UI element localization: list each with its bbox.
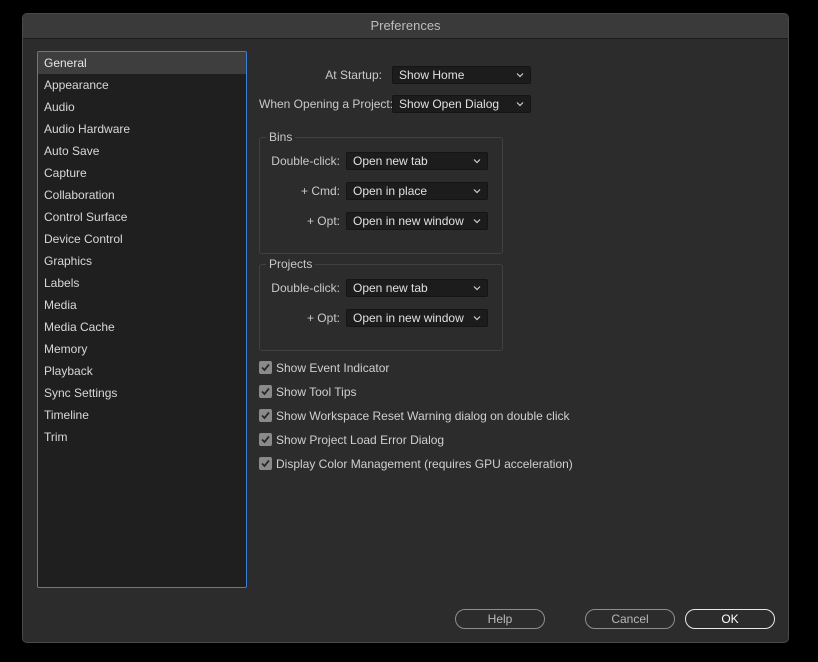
checkmark-icon xyxy=(261,387,270,396)
display-color-management-label: Display Color Management (requires GPU a… xyxy=(276,457,573,471)
projects-group: Projects Double-click: Open new tab + Op… xyxy=(259,256,504,351)
sidebar-item-audio-hardware[interactable]: Audio Hardware xyxy=(38,118,246,140)
show-event-indicator-checkbox[interactable] xyxy=(259,361,272,374)
sidebar-item-capture[interactable]: Capture xyxy=(38,162,246,184)
at-startup-row: At Startup: Show Home xyxy=(259,65,779,85)
projects-opt-value: Open in new window xyxy=(353,311,464,325)
sidebar-item-timeline[interactable]: Timeline xyxy=(38,404,246,426)
projects-double-click-value: Open new tab xyxy=(353,281,428,295)
sidebar-item-graphics[interactable]: Graphics xyxy=(38,250,246,272)
display-color-management-checkbox[interactable] xyxy=(259,457,272,470)
show-tool-tips-label: Show Tool Tips xyxy=(276,385,357,399)
projects-opt-row: + Opt: Open in new window xyxy=(260,308,504,328)
general-preferences-panel: At Startup: Show Home When Opening a Pro… xyxy=(259,51,779,591)
when-opening-project-value: Show Open Dialog xyxy=(399,97,500,111)
bins-opt-row: + Opt: Open in new window xyxy=(260,211,504,231)
chevron-down-icon xyxy=(473,316,481,321)
bins-group-title: Bins xyxy=(266,129,296,145)
preferences-category-list[interactable]: General Appearance Audio Audio Hardware … xyxy=(37,51,247,588)
when-opening-project-label: When Opening a Project: xyxy=(259,97,394,111)
chevron-down-icon xyxy=(473,189,481,194)
at-startup-dropdown[interactable]: Show Home xyxy=(392,66,531,84)
show-tool-tips-checkbox[interactable] xyxy=(259,385,272,398)
chevron-down-icon xyxy=(473,159,481,164)
ok-button[interactable]: OK xyxy=(685,609,775,629)
sidebar-item-playback[interactable]: Playback xyxy=(38,360,246,382)
sidebar-item-control-surface[interactable]: Control Surface xyxy=(38,206,246,228)
sidebar-item-memory[interactable]: Memory xyxy=(38,338,246,360)
projects-double-click-label: Double-click: xyxy=(271,281,340,295)
bins-cmd-row: + Cmd: Open in place xyxy=(260,181,504,201)
chevron-down-icon xyxy=(516,73,524,78)
projects-opt-label: + Opt: xyxy=(306,311,340,325)
projects-group-title: Projects xyxy=(266,256,316,272)
sidebar-item-media[interactable]: Media xyxy=(38,294,246,316)
at-startup-label: At Startup: xyxy=(325,68,382,82)
bins-opt-value: Open in new window xyxy=(353,214,464,228)
help-button[interactable]: Help xyxy=(455,609,545,629)
sidebar-item-auto-save[interactable]: Auto Save xyxy=(38,140,246,162)
chevron-down-icon xyxy=(516,102,524,107)
sidebar-item-general[interactable]: General xyxy=(38,52,246,74)
sidebar-item-appearance[interactable]: Appearance xyxy=(38,74,246,96)
sidebar-item-audio[interactable]: Audio xyxy=(38,96,246,118)
cancel-button[interactable]: Cancel xyxy=(585,609,675,629)
checkmark-icon xyxy=(261,363,270,372)
bins-cmd-dropdown[interactable]: Open in place xyxy=(346,182,488,200)
bins-double-click-row: Double-click: Open new tab xyxy=(260,151,504,171)
when-opening-project-dropdown[interactable]: Show Open Dialog xyxy=(392,95,531,113)
bins-double-click-value: Open new tab xyxy=(353,154,428,168)
window-title: Preferences xyxy=(23,14,788,39)
bins-opt-dropdown[interactable]: Open in new window xyxy=(346,212,488,230)
projects-double-click-dropdown[interactable]: Open new tab xyxy=(346,279,488,297)
sidebar-item-device-control[interactable]: Device Control xyxy=(38,228,246,250)
preferences-dialog: Preferences General Appearance Audio Aud… xyxy=(22,13,789,643)
bins-cmd-label: + Cmd: xyxy=(300,184,340,198)
at-startup-value: Show Home xyxy=(399,68,465,82)
show-workspace-reset-warning-label: Show Workspace Reset Warning dialog on d… xyxy=(276,409,570,423)
projects-double-click-row: Double-click: Open new tab xyxy=(260,278,504,298)
sidebar-item-media-cache[interactable]: Media Cache xyxy=(38,316,246,338)
checkmark-icon xyxy=(261,411,270,420)
sidebar-item-sync-settings[interactable]: Sync Settings xyxy=(38,382,246,404)
when-opening-project-row: When Opening a Project: Show Open Dialog xyxy=(259,94,779,114)
show-event-indicator-label: Show Event Indicator xyxy=(276,361,390,375)
show-workspace-reset-warning-checkbox[interactable] xyxy=(259,409,272,422)
bins-group: Bins Double-click: Open new tab + Cmd: O… xyxy=(259,129,504,254)
sidebar-item-labels[interactable]: Labels xyxy=(38,272,246,294)
bins-double-click-dropdown[interactable]: Open new tab xyxy=(346,152,488,170)
checkmark-icon xyxy=(261,435,270,444)
bins-double-click-label: Double-click: xyxy=(271,154,340,168)
checkmark-icon xyxy=(261,459,270,468)
sidebar-item-collaboration[interactable]: Collaboration xyxy=(38,184,246,206)
show-project-load-error-label: Show Project Load Error Dialog xyxy=(276,433,445,447)
show-project-load-error-checkbox[interactable] xyxy=(259,433,272,446)
projects-opt-dropdown[interactable]: Open in new window xyxy=(346,309,488,327)
bins-cmd-value: Open in place xyxy=(353,184,428,198)
bins-opt-label: + Opt: xyxy=(306,214,340,228)
sidebar-item-trim[interactable]: Trim xyxy=(38,426,246,448)
chevron-down-icon xyxy=(473,219,481,224)
chevron-down-icon xyxy=(473,286,481,291)
